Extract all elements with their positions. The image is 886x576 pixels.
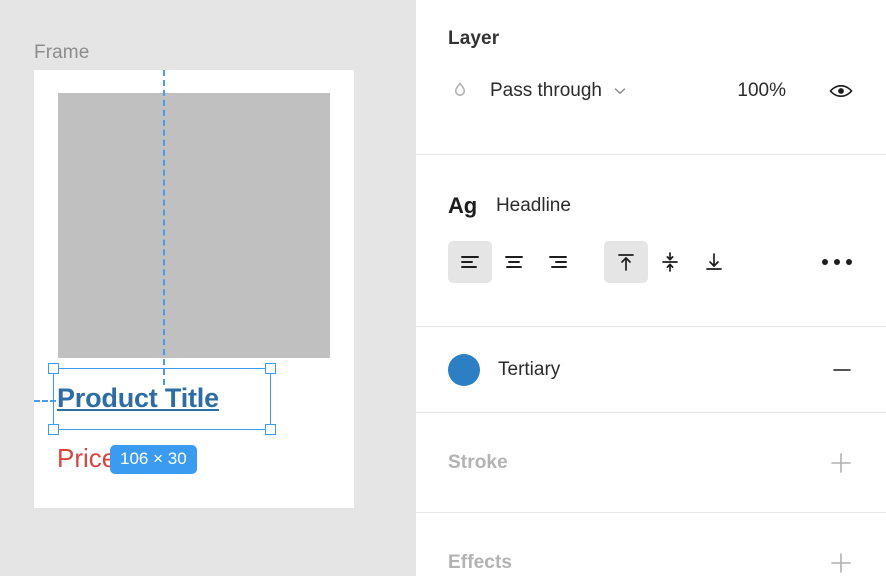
resize-handle-bottom-right[interactable] (265, 424, 276, 435)
selection-size-badge: 106 × 30 (110, 445, 197, 474)
frame-label[interactable]: Frame (34, 42, 89, 64)
align-top-button[interactable] (604, 241, 648, 283)
eye-icon[interactable] (828, 78, 854, 104)
product-image-placeholder[interactable] (58, 93, 330, 358)
resize-handle-top-left[interactable] (48, 363, 59, 374)
text-alignment-row (448, 241, 854, 283)
chevron-down-icon[interactable] (612, 83, 628, 99)
figma-like-editor: Frame Product Title Price 106 × 30 Layer (0, 0, 886, 576)
more-options-icon[interactable] (820, 253, 854, 271)
fill-style-name[interactable]: Tertiary (498, 359, 560, 381)
more-dot-1 (822, 259, 828, 265)
blend-mode-icon (448, 79, 472, 103)
type-sample-icon: Ag (448, 193, 477, 218)
layer-section-title: Layer (448, 28, 500, 49)
align-middle-button[interactable] (648, 241, 692, 283)
price-text[interactable]: Price (57, 443, 116, 474)
minus-icon[interactable] (830, 358, 854, 382)
align-bottom-button[interactable] (692, 241, 736, 283)
align-left-button[interactable] (448, 241, 492, 283)
properties-panel: Layer Pass through 100% Ag Headline Tert… (415, 0, 886, 576)
layer-section: Layer Pass through 100% (416, 0, 886, 155)
layer-properties-row: Pass through 100% (448, 78, 854, 104)
more-dot-2 (834, 259, 840, 265)
effects-section: Effects (416, 513, 886, 576)
stroke-section-title: Stroke (448, 451, 508, 473)
resize-handle-top-right[interactable] (265, 363, 276, 374)
fill-color-swatch[interactable] (448, 353, 480, 386)
type-style-name[interactable]: Headline (496, 195, 571, 217)
fill-section: Tertiary (416, 327, 886, 413)
type-section: Ag Headline (416, 155, 886, 327)
selection-bounding-box[interactable] (48, 363, 276, 435)
opacity-value[interactable]: 100% (737, 80, 786, 102)
effects-section-title: Effects (448, 552, 513, 573)
type-style-row[interactable]: Ag Headline (448, 193, 854, 219)
blend-mode-value[interactable]: Pass through (490, 80, 602, 102)
design-canvas[interactable]: Frame Product Title Price 106 × 30 (0, 0, 415, 576)
more-dot-3 (846, 259, 852, 265)
stroke-section: Stroke (416, 413, 886, 513)
vertical-center-guide (163, 70, 165, 385)
plus-icon[interactable] (828, 550, 854, 576)
plus-icon[interactable] (828, 450, 854, 476)
align-right-button[interactable] (536, 241, 580, 283)
resize-handle-bottom-left[interactable] (48, 424, 59, 435)
align-center-button[interactable] (492, 241, 536, 283)
